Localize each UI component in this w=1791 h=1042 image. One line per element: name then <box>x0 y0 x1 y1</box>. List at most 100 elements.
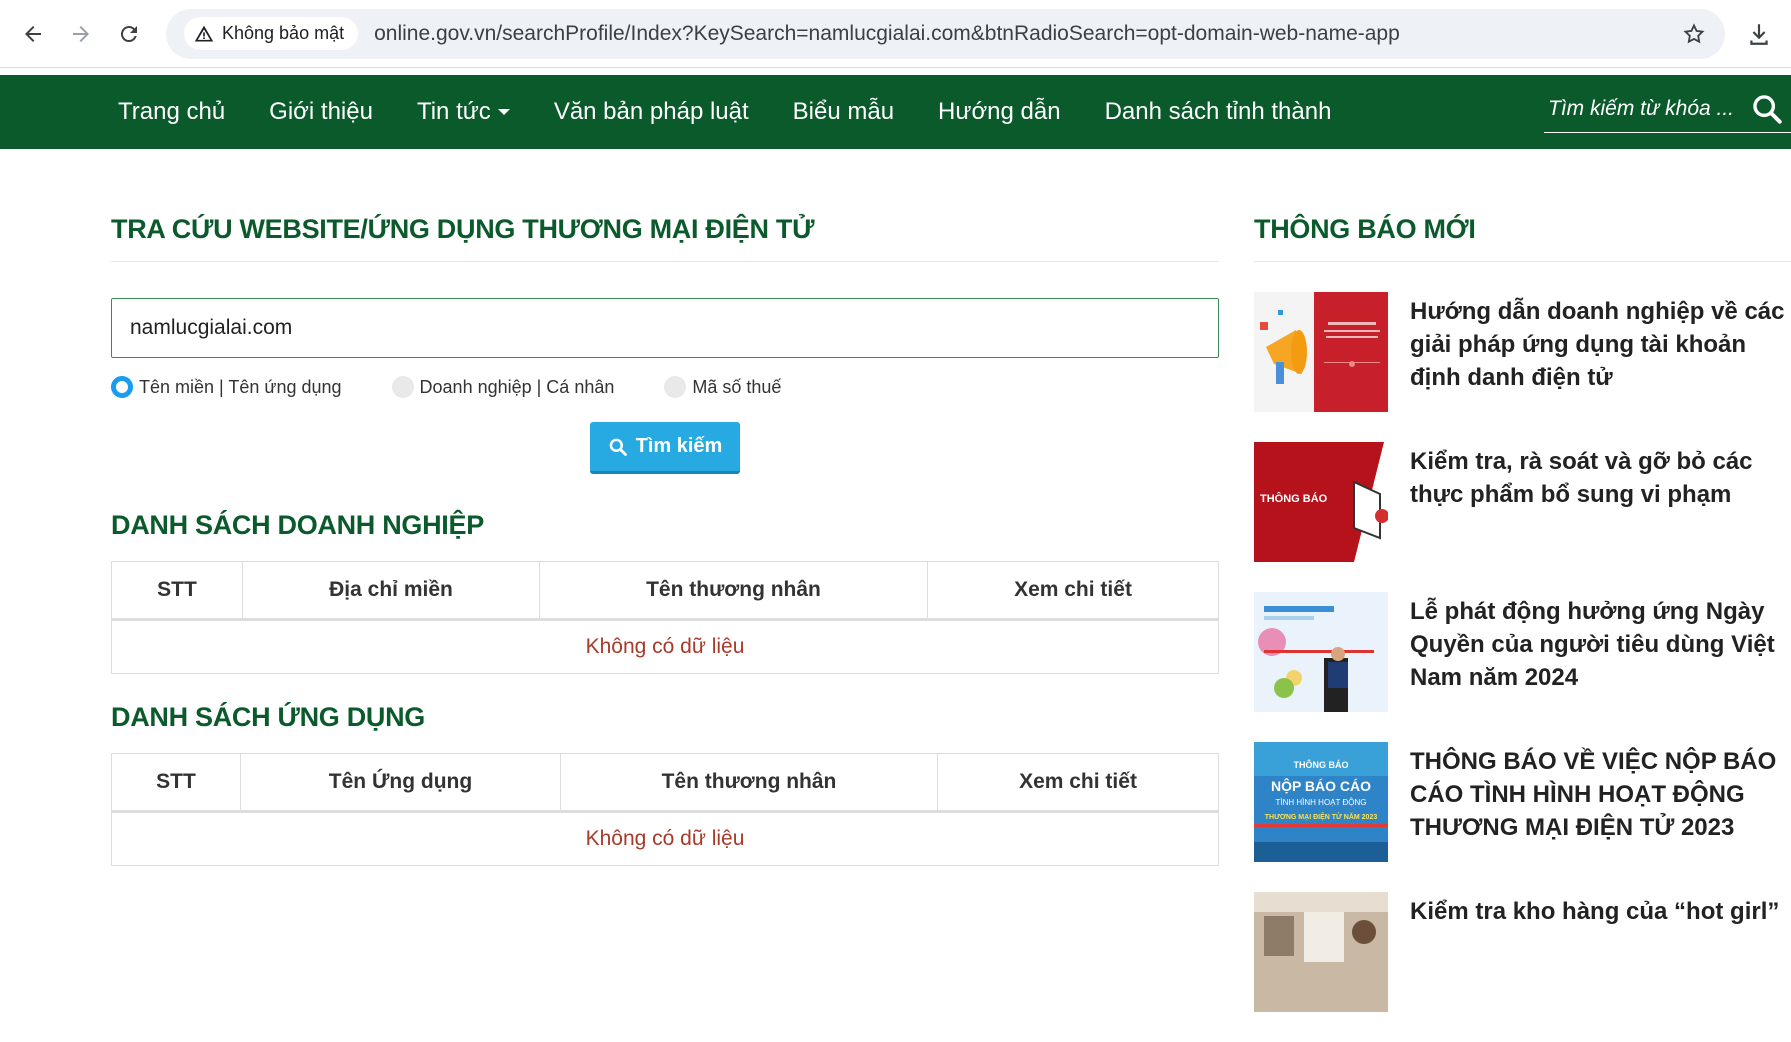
column-header: Xem chi tiết <box>927 561 1219 621</box>
app-table: STT Tên Ứng dụng Tên thương nhân Xem chi… <box>111 753 1219 866</box>
bookmark-button[interactable] <box>1677 17 1711 51</box>
radio-domain[interactable]: Tên miền | Tên ứng dụng <box>111 376 342 398</box>
column-header: Tên thương nhân <box>560 753 938 813</box>
table-row: Không có dữ liệu <box>111 811 1219 866</box>
menu-item-home[interactable]: Trang chủ <box>118 98 247 126</box>
column-header: Tên Ứng dụng <box>240 753 561 813</box>
table-row: Không có dữ liệu <box>111 619 1219 674</box>
page-title: TRA CỨU WEBSITE/ỨNG DỤNG THƯƠNG MẠI ĐIỆN… <box>111 214 815 244</box>
search-input[interactable]: namlucgialai.com <box>111 298 1219 358</box>
divider <box>111 261 1219 262</box>
announcement-illustration: THÔNG BÁO <box>1254 442 1388 562</box>
warning-icon <box>194 25 214 41</box>
warehouse-photo <box>1254 892 1388 1012</box>
sidebar-title: THÔNG BÁO MỚI <box>1254 214 1476 244</box>
menu-item-news[interactable]: Tin tức <box>395 98 532 126</box>
star-icon <box>1683 22 1705 43</box>
search-type-radios: Tên miền | Tên ứng dụng Doanh nghiệp | C… <box>111 376 1219 398</box>
arrow-right-icon <box>73 25 89 42</box>
arrow-left-icon <box>25 25 41 42</box>
menu-item-label: Giới thiệu <box>269 98 373 125</box>
app-list-title: DANH SÁCH ỨNG DỤNG <box>111 702 425 732</box>
news-thumbnail[interactable] <box>1254 892 1388 1012</box>
search-button-label: Tìm kiếm <box>635 435 723 457</box>
back-button[interactable] <box>12 13 54 55</box>
address-bar[interactable]: Không bảo mật online.gov.vn/searchProfil… <box>166 8 1725 59</box>
news-title[interactable]: Kiểm tra kho hàng của “hot girl” <box>1410 895 1779 928</box>
menu-item-label: Tin tức <box>416 98 491 125</box>
menu-item-label: Biểu mẫu <box>792 98 895 125</box>
menu-item-legal-docs[interactable]: Văn bản pháp luật <box>532 98 771 126</box>
column-header: Địa chỉ miền <box>242 561 540 621</box>
url-text[interactable]: online.gov.vn/searchProfile/Index?KeySea… <box>374 22 1677 46</box>
forward-button[interactable] <box>60 13 102 55</box>
main-content: TRA CỨU WEBSITE/ỨNG DỤNG THƯƠNG MẠI ĐIỆN… <box>111 214 1219 866</box>
radio-tax-code[interactable]: Mã số thuế <box>664 376 781 398</box>
news-thumbnail[interactable] <box>1254 592 1388 712</box>
menu-item-forms[interactable]: Biểu mẫu <box>771 98 916 126</box>
radio-label: Mã số thuế <box>692 376 782 397</box>
thumb-caption: THƯƠNG MẠI ĐIỆN TỬ NĂM 2023 <box>1265 812 1378 821</box>
search-icon[interactable] <box>1750 92 1784 126</box>
news-thumbnail[interactable]: THÔNG BÁO <box>1254 442 1388 562</box>
column-header: Tên thương nhân <box>539 561 928 621</box>
column-header: STT <box>111 561 243 621</box>
empty-message: Không có dữ liệu <box>111 811 1219 866</box>
menu-item-label: Trang chủ <box>118 98 226 125</box>
report-notice-banner: THÔNG BÁO NỘP BÁO CÁO TÌNH HÌNH HOẠT ĐỘN… <box>1254 742 1388 862</box>
business-table: STT Địa chỉ miền Tên thương nhân Xem chi… <box>111 561 1219 674</box>
radio-business[interactable]: Doanh nghiệp | Cá nhân <box>391 376 615 398</box>
menu-item-label: Hướng dẫn <box>938 98 1061 125</box>
download-icon <box>1750 23 1768 45</box>
nav-search-input[interactable] <box>1544 96 1744 121</box>
business-list-title: DANH SÁCH DOANH NGHIỆP <box>111 510 484 540</box>
caret-down-icon <box>497 109 510 115</box>
thumb-caption: THÔNG BÁO <box>1294 759 1349 770</box>
security-label: Không bảo mật <box>222 23 345 43</box>
column-header: STT <box>111 753 241 813</box>
security-chip[interactable]: Không bảo mật <box>184 17 359 50</box>
news-item[interactable]: THÔNG BÁO Kiểm tra, rà soát và gỡ bỏ các… <box>1254 442 1791 562</box>
radio-checked-icon <box>111 376 133 398</box>
menu-item-label: Danh sách tỉnh thành <box>1104 98 1332 125</box>
menu-item-about[interactable]: Giới thiệu <box>247 98 395 126</box>
empty-message: Không có dữ liệu <box>111 619 1219 674</box>
search-button[interactable]: Tìm kiếm <box>589 422 741 474</box>
table-header-row: STT Tên Ứng dụng Tên thương nhân Xem chi… <box>111 753 1219 813</box>
thumb-caption: NỘP BÁO CÁO <box>1271 777 1371 794</box>
menu-item-guide[interactable]: Hướng dẫn <box>916 98 1083 126</box>
news-item[interactable]: Kiểm tra kho hàng của “hot girl” <box>1254 892 1791 1012</box>
main-menu: Trang chủ Giới thiệu Tin tức Văn bản phá… <box>118 98 1353 126</box>
news-thumbnail[interactable] <box>1254 292 1388 412</box>
news-list: Hướng dẫn doanh nghiệp về các giải pháp … <box>1254 292 1791 1012</box>
reload-button[interactable] <box>108 13 150 55</box>
news-title[interactable]: Lễ phát động hưởng ứng Ngày Quyền của ng… <box>1410 595 1791 694</box>
thumb-caption: TÌNH HÌNH HOẠT ĐỘNG <box>1276 798 1367 807</box>
news-item[interactable]: THÔNG BÁO NỘP BÁO CÁO TÌNH HÌNH HOẠT ĐỘN… <box>1254 742 1791 862</box>
table-header-row: STT Địa chỉ miền Tên thương nhân Xem chi… <box>111 561 1219 621</box>
megaphone-illustration <box>1254 292 1388 412</box>
menu-item-provinces[interactable]: Danh sách tỉnh thành <box>1083 98 1354 126</box>
sidebar: THÔNG BÁO MỚI Hướng dẫn doanh nghiệp về … <box>1254 214 1791 1042</box>
news-item[interactable]: Lễ phát động hưởng ứng Ngày Quyền của ng… <box>1254 592 1791 712</box>
divider <box>1254 261 1791 262</box>
thumb-caption: THÔNG BÁO <box>1260 492 1328 505</box>
radio-label: Doanh nghiệp | Cá nhân <box>419 376 615 397</box>
browser-toolbar: Không bảo mật online.gov.vn/searchProfil… <box>0 0 1791 68</box>
reload-icon <box>120 25 137 42</box>
event-photo <box>1254 592 1388 712</box>
column-header: Xem chi tiết <box>937 753 1219 813</box>
search-icon <box>609 438 627 456</box>
site-navbar: Trang chủ Giới thiệu Tin tức Văn bản phá… <box>0 75 1791 149</box>
search-input-value: namlucgialai.com <box>130 316 293 339</box>
news-thumbnail[interactable]: THÔNG BÁO NỘP BÁO CÁO TÌNH HÌNH HOẠT ĐỘN… <box>1254 742 1388 862</box>
menu-item-label: Văn bản pháp luật <box>553 98 749 125</box>
news-title[interactable]: THÔNG BÁO VỀ VIỆC NỘP BÁO CÁO TÌNH HÌNH … <box>1410 745 1791 844</box>
downloads-button[interactable] <box>1739 14 1779 54</box>
news-item[interactable]: Hướng dẫn doanh nghiệp về các giải pháp … <box>1254 292 1791 412</box>
radio-unchecked-icon <box>391 376 414 398</box>
news-title[interactable]: Hướng dẫn doanh nghiệp về các giải pháp … <box>1410 295 1791 394</box>
news-title[interactable]: Kiểm tra, rà soát và gỡ bỏ các thực phẩm… <box>1410 445 1791 511</box>
nav-search <box>1544 85 1791 133</box>
radio-unchecked-icon <box>664 376 687 398</box>
